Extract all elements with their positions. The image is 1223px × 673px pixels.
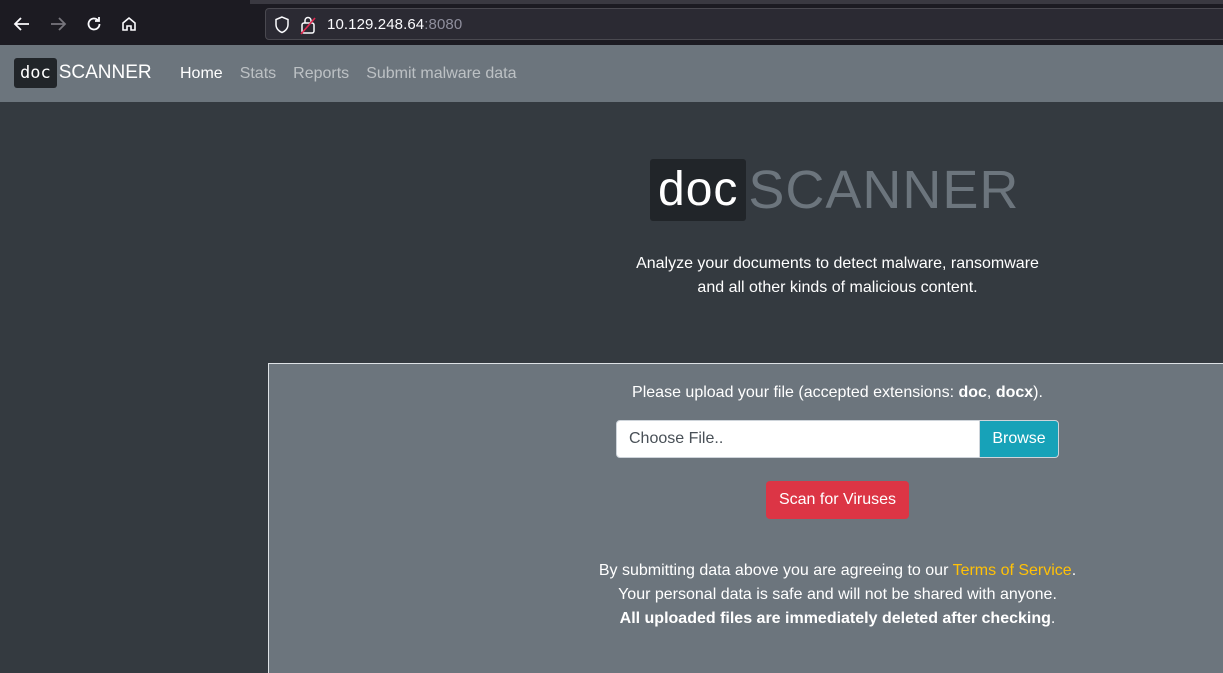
scan-button[interactable]: Scan for Viruses [766,481,909,519]
shield-icon[interactable] [274,16,290,39]
terms-line1: By submitting data above you are agreein… [598,562,1077,579]
nav-stats[interactable]: Stats [240,64,276,83]
tab-strip [0,0,1223,4]
browse-button[interactable]: Browse [980,420,1059,458]
hero-doc: doc [650,159,747,221]
file-input[interactable]: Choose File.. [616,420,980,458]
insecure-lock-icon[interactable] [300,15,316,40]
brand-scanner: SCANNER [58,62,152,83]
home-icon[interactable] [117,12,141,36]
nav-links: Home Stats Reports Submit malware data [180,64,533,83]
browser-toolbar: 10.129.248.64:8080 [0,0,1223,45]
reload-icon[interactable] [82,12,106,36]
terms-line2: Your personal data is safe and will not … [618,586,1057,603]
hero-title: doc SCANNER [650,159,1019,221]
upload-instructions: Please upload your file (accepted extens… [632,384,1043,401]
back-icon[interactable] [10,12,34,36]
hero-subtitle: Analyze your documents to detect malware… [560,252,1115,300]
forward-icon[interactable] [46,12,70,36]
brand-logo[interactable]: doc SCANNER [14,58,152,88]
brand-doc: doc [14,58,57,88]
hero-subtitle-line2: and all other kinds of malicious content… [697,279,978,296]
hero-scanner: SCANNER [748,160,1020,220]
address-bar[interactable]: 10.129.248.64:8080 [265,8,1223,40]
file-picker[interactable]: Choose File.. Browse [616,420,1059,458]
site-navbar: doc SCANNER Home Stats Reports Submit ma… [0,45,1223,102]
nav-submit-malware-data[interactable]: Submit malware data [366,64,516,83]
hero-subtitle-line1: Analyze your documents to detect malware… [636,255,1039,272]
terms-link[interactable]: Terms of Service [953,562,1072,579]
terms-notice: By submitting data above you are agreein… [560,559,1115,631]
nav-home[interactable]: Home [180,64,223,83]
nav-reports[interactable]: Reports [293,64,349,83]
url-text: 10.129.248.64:8080 [327,16,463,33]
terms-line3: All uploaded files are immediately delet… [619,610,1056,627]
